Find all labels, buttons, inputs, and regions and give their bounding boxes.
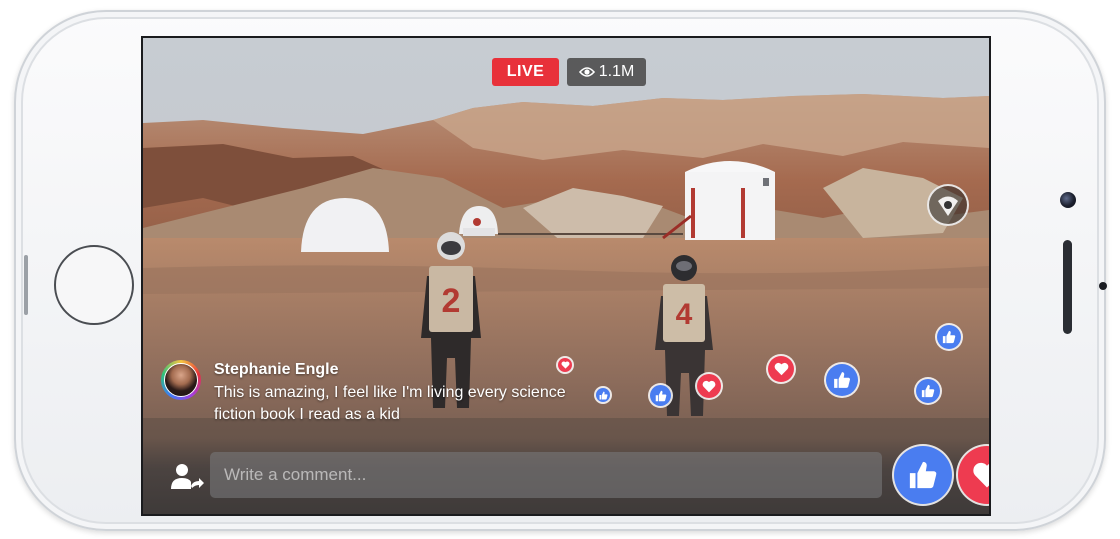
thumbs-up-icon: [596, 388, 610, 402]
home-button[interactable]: [54, 245, 134, 325]
thumbs-up-icon: [650, 385, 671, 406]
thumbs-up-icon: [937, 325, 961, 349]
heart-icon: [768, 356, 794, 382]
heart-icon: [558, 358, 572, 372]
live-badge: LIVE: [492, 58, 559, 86]
side-button: [24, 255, 28, 315]
heart-icon: [697, 374, 721, 398]
astronaut-number-4: 4: [676, 298, 693, 331]
comment-text: This is amazing, I feel like I'm living …: [214, 384, 566, 423]
like-button[interactable]: [894, 446, 952, 504]
eye-icon: [578, 67, 595, 77]
heart-icon: [973, 462, 989, 488]
share-user-icon[interactable]: [169, 462, 205, 492]
comment-input[interactable]: [210, 452, 882, 498]
proximity-sensor: [1099, 282, 1107, 290]
360-compass-icon[interactable]: [927, 184, 969, 226]
avatar[interactable]: [161, 360, 201, 400]
live-video-screen[interactable]: 2 4 LIVE 1.1M Stephanie Engle This is am…: [143, 38, 989, 514]
front-camera: [1060, 192, 1076, 208]
viewer-count-badge: 1.1M: [567, 58, 646, 86]
comment-author[interactable]: Stephanie Engle: [214, 361, 338, 379]
thumbs-up-icon: [826, 364, 858, 396]
thumbs-up-icon: [916, 379, 940, 403]
thumbs-up-icon: [909, 461, 937, 489]
earpiece-speaker: [1063, 240, 1072, 334]
viewer-count: 1.1M: [598, 63, 635, 80]
astronaut-number-2: 2: [442, 282, 461, 320]
